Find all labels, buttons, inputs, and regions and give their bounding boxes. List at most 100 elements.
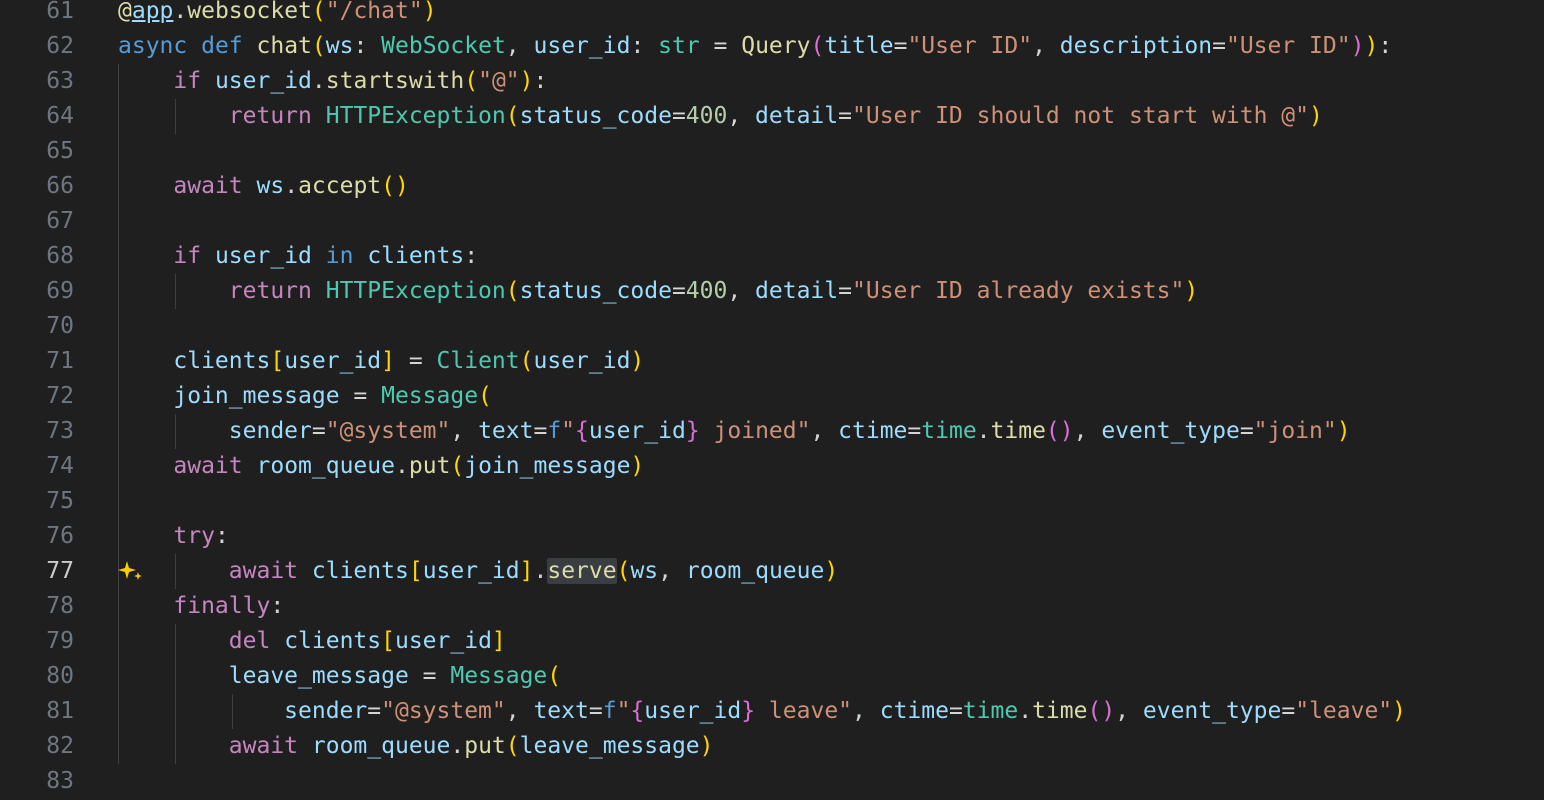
code-token: 400 <box>685 278 728 304</box>
code-token: f <box>547 418 562 444</box>
code-token: ) <box>630 453 645 479</box>
code-token: clients <box>367 243 465 269</box>
code-token: "@" <box>478 68 520 94</box>
code-line[interactable]: 66 await ws.accept() <box>0 169 1544 204</box>
code-line[interactable]: 62 async def chat(ws: WebSocket, user_id:… <box>0 29 1544 64</box>
code-line[interactable]: 71 clients[user_id] = Client(user_id) <box>0 344 1544 379</box>
line-number: 82 <box>46 733 74 759</box>
code-line[interactable]: 79 del clients[user_id] <box>0 624 1544 659</box>
code-line[interactable]: 83 <box>0 764 1544 799</box>
code-token: , <box>1115 698 1143 724</box>
code-token: clients <box>311 558 409 584</box>
code-token: = <box>1212 33 1226 59</box>
code-token: "/chat" <box>325 0 423 24</box>
code-token: ( <box>478 383 492 409</box>
code-line[interactable]: 76 try: <box>0 519 1544 554</box>
code-line[interactable]: 61 @app.websocket("/chat") <box>0 0 1544 29</box>
code-token: ) <box>824 558 839 584</box>
code-text: join_message = Message( <box>118 379 492 414</box>
code-token: 400 <box>685 103 728 129</box>
code-token: . <box>311 68 326 94</box>
code-token: ( <box>505 103 520 129</box>
code-line[interactable]: 64 return HTTPException(status_code=400,… <box>0 99 1544 134</box>
code-line[interactable]: 75 <box>0 484 1544 519</box>
code-token: user_id <box>533 348 631 374</box>
code-token: return <box>228 278 312 304</box>
code-token: ( <box>616 558 631 584</box>
code-token: user_id <box>533 33 631 59</box>
code-token: app <box>131 0 174 24</box>
code-token: time <box>921 418 977 444</box>
code-token: = <box>588 698 603 724</box>
code-token: leave_message <box>519 733 700 759</box>
code-token: room_queue <box>311 733 451 759</box>
code-token: = <box>907 418 922 444</box>
code-token: user_id <box>394 628 492 654</box>
code-line[interactable]: 69 return HTTPException(status_code=400,… <box>0 274 1544 309</box>
code-token: ] <box>381 348 395 374</box>
line-number: 77 <box>46 558 74 584</box>
line-number: 73 <box>46 418 74 444</box>
code-line[interactable]: 74 await room_queue.put(join_message) <box>0 449 1544 484</box>
line-number: 72 <box>46 383 74 409</box>
code-line[interactable]: 81 sender="@system", text=f"{user_id} le… <box>0 694 1544 729</box>
code-token: , <box>505 33 534 59</box>
code-token: [ <box>408 558 423 584</box>
line-number: 61 <box>46 0 74 24</box>
code-line[interactable]: 77 await clients[user_id].serve(ws, room… <box>0 554 1544 589</box>
code-line[interactable]: 63 if user_id.startswith("@"): <box>0 64 1544 99</box>
code-text: await clients[user_id].serve(ws, room_qu… <box>118 554 838 589</box>
line-number: 76 <box>46 523 74 549</box>
code-token: user_id <box>422 558 520 584</box>
code-token: () <box>1087 698 1116 724</box>
code-token: startswith <box>325 68 465 94</box>
code-token: ( <box>311 33 326 59</box>
code-token: ) <box>1364 33 1379 59</box>
code-line[interactable]: 73 sender="@system", text=f"{user_id} jo… <box>0 414 1544 449</box>
code-line[interactable]: 67 <box>0 204 1544 239</box>
code-token: : <box>1378 33 1393 59</box>
code-token: accept <box>298 173 382 199</box>
line-number: 66 <box>46 173 74 199</box>
code-token: = <box>1281 698 1296 724</box>
code-token: del <box>228 628 271 654</box>
code-token: : <box>353 33 382 59</box>
code-token: = <box>394 348 437 374</box>
code-editor[interactable]: 61 @app.websocket("/chat") 62 async def cha… <box>0 0 1544 800</box>
code-token: await <box>228 558 299 584</box>
code-token: = <box>533 418 548 444</box>
code-token: text <box>533 698 589 724</box>
code-token: detail <box>755 103 839 129</box>
code-token: event_type <box>1101 418 1240 444</box>
code-token: await <box>173 173 243 199</box>
code-line[interactable]: 72 join_message = Message( <box>0 379 1544 414</box>
code-line[interactable]: 78 finally: <box>0 589 1544 624</box>
code-line[interactable]: 68 if user_id in clients: <box>0 239 1544 274</box>
indent-guide <box>118 309 119 344</box>
code-token: " <box>561 418 576 444</box>
code-line[interactable]: 80 leave_message = Message( <box>0 659 1544 694</box>
code-token: clients <box>284 628 382 654</box>
code-token: text <box>478 418 534 444</box>
code-token: ) <box>699 733 714 759</box>
code-text: return HTTPException(status_code=400, de… <box>118 274 1198 309</box>
code-token: ( <box>547 663 562 689</box>
code-text: sender="@system", text=f"{user_id} leave… <box>118 694 1406 729</box>
code-line[interactable]: 65 <box>0 134 1544 169</box>
code-token: = <box>339 383 382 409</box>
code-token: . <box>173 0 188 24</box>
code-token: . <box>450 733 465 759</box>
code-token: = <box>367 698 382 724</box>
code-token: : <box>533 68 548 94</box>
code-line[interactable]: 82 await room_queue.put(leave_message) <box>0 729 1544 764</box>
code-line[interactable]: 70 <box>0 309 1544 344</box>
code-token: "User ID already exists" <box>852 278 1185 304</box>
